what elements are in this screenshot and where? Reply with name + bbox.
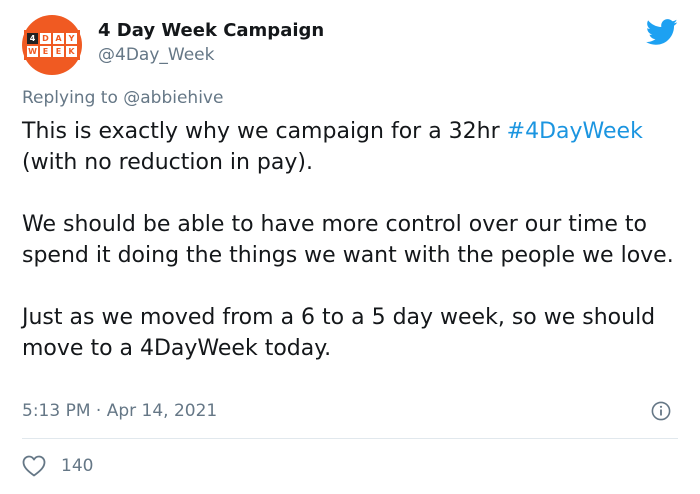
twitter-bird-icon[interactable] (646, 19, 678, 46)
tweet-paragraph-3: Just as we moved from a 6 to a 5 day wee… (22, 305, 656, 361)
logo-letter: K (66, 46, 77, 57)
logo-letter: W (27, 46, 38, 57)
like-action[interactable]: 140 (22, 453, 93, 479)
hashtag-link[interactable]: #4DayWeek (507, 119, 643, 144)
reply-prefix: Replying to (22, 88, 118, 108)
tweet-paragraph-2: We should be able to have more control o… (22, 212, 674, 268)
author-handle[interactable]: @4Day_Week (98, 45, 214, 65)
tweet-timestamp[interactable]: 5:13 PM · Apr 14, 2021 (22, 401, 217, 421)
tweet-p1-after: (with no reduction in pay). (22, 150, 313, 175)
logo-letter: D (40, 33, 51, 44)
like-count: 140 (61, 456, 94, 476)
info-icon[interactable] (651, 401, 671, 421)
tweet-text: This is exactly why we campaign for a 32… (22, 116, 682, 364)
tweet-paragraph-1: This is exactly why we campaign for a 32… (22, 116, 682, 178)
logo-letter: E (40, 46, 51, 57)
tweet-p1-before: This is exactly why we campaign for a 32… (22, 119, 500, 144)
logo-letter: E (53, 46, 64, 57)
divider (22, 438, 678, 439)
logo-letter: Y (66, 33, 77, 44)
avatar[interactable]: 4 D A Y W E E K (22, 15, 82, 75)
author-name[interactable]: 4 Day Week Campaign (98, 20, 324, 41)
logo-letter: 4 (27, 33, 38, 44)
4-day-week-logo-icon: 4 D A Y W E E K (24, 30, 80, 60)
logo-letter: A (53, 33, 64, 44)
heart-icon[interactable] (22, 455, 46, 477)
replying-to: Replying to @abbiehive (22, 88, 223, 108)
reply-mention-link[interactable]: @abbiehive (123, 88, 223, 108)
